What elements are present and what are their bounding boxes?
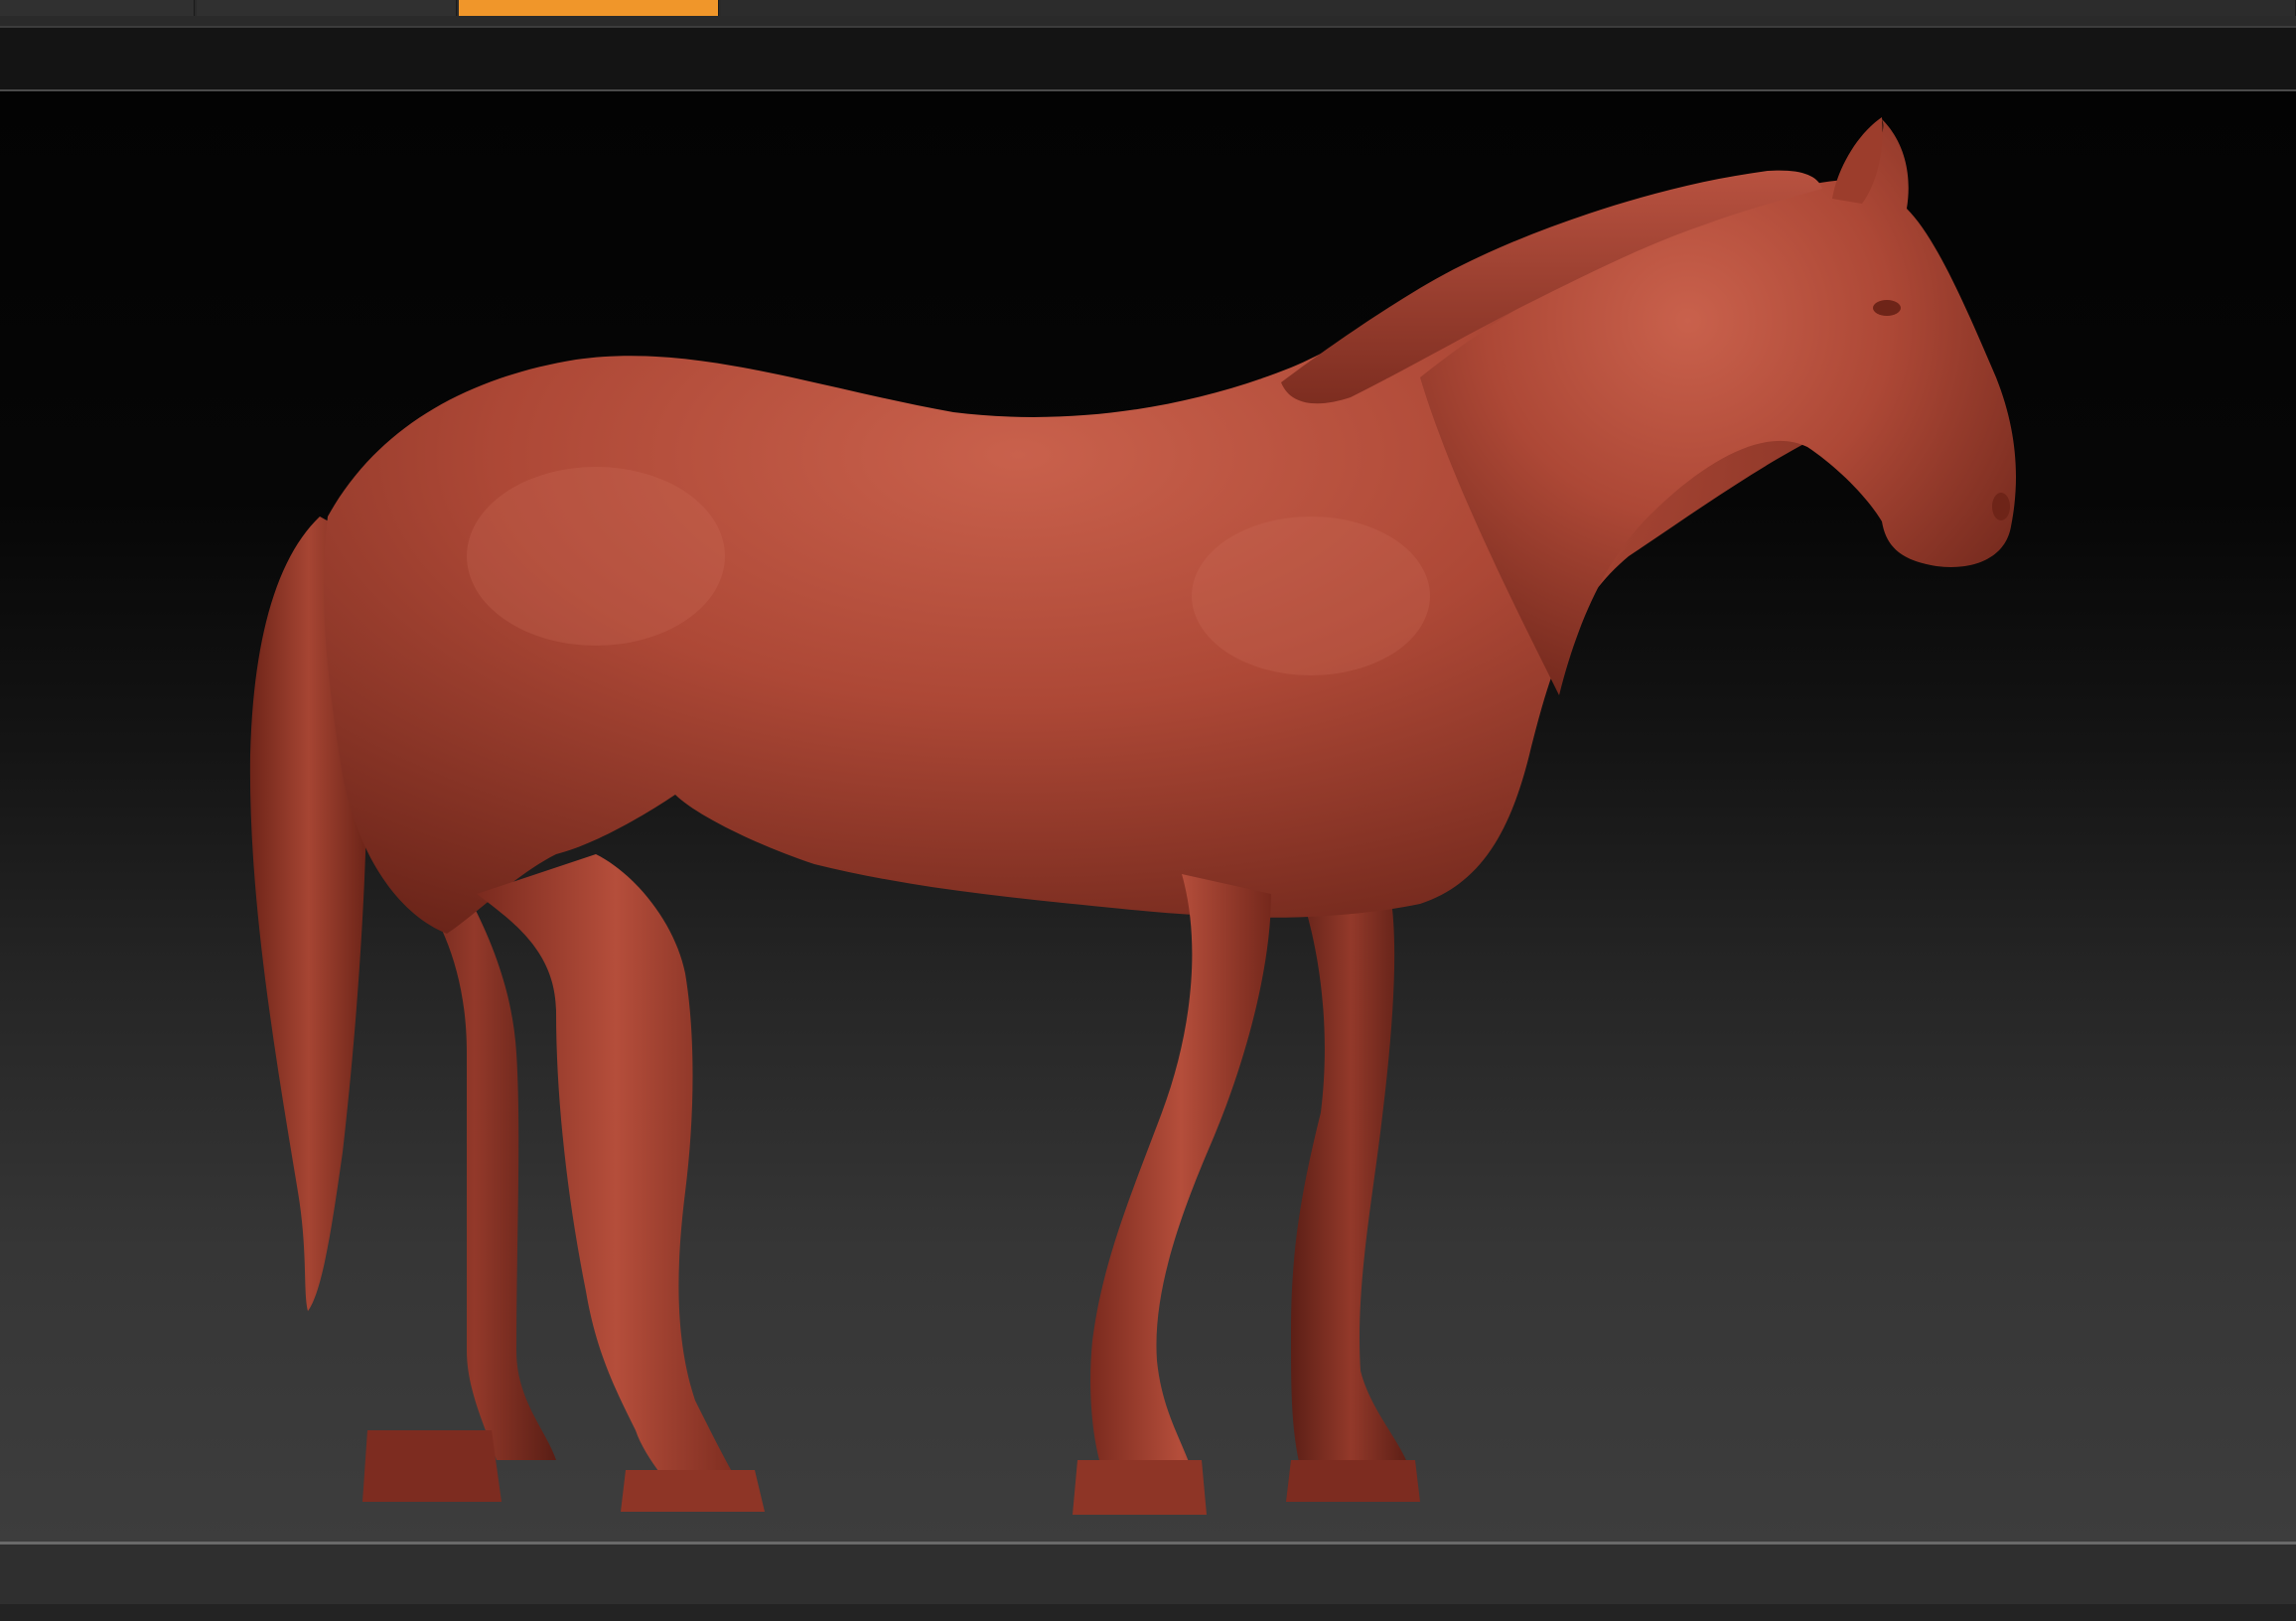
tab-3-active[interactable] [459, 0, 719, 16]
bottom-shelf [0, 1545, 2296, 1604]
hip-highlight [467, 467, 725, 646]
tab-strip [0, 0, 2296, 28]
shoulder-highlight [1192, 516, 1430, 675]
far-hind-hoof [362, 1430, 502, 1502]
nostril [1992, 493, 2010, 520]
top-shelf [0, 28, 2296, 91]
near-front-leg [1090, 874, 1271, 1470]
tab-2[interactable] [197, 0, 457, 16]
tab-1[interactable] [0, 0, 195, 16]
near-front-hoof [1073, 1460, 1207, 1515]
status-strip [0, 1604, 2296, 1621]
eye [1873, 300, 1901, 316]
far-front-leg [1291, 894, 1410, 1470]
far-front-hoof [1286, 1460, 1420, 1502]
document-canvas[interactable] [0, 91, 2296, 1542]
near-hind-hoof [621, 1470, 765, 1512]
sculpting-app-window [0, 0, 2296, 1621]
tab-4[interactable] [721, 0, 2296, 16]
horse-model [249, 117, 2016, 1515]
